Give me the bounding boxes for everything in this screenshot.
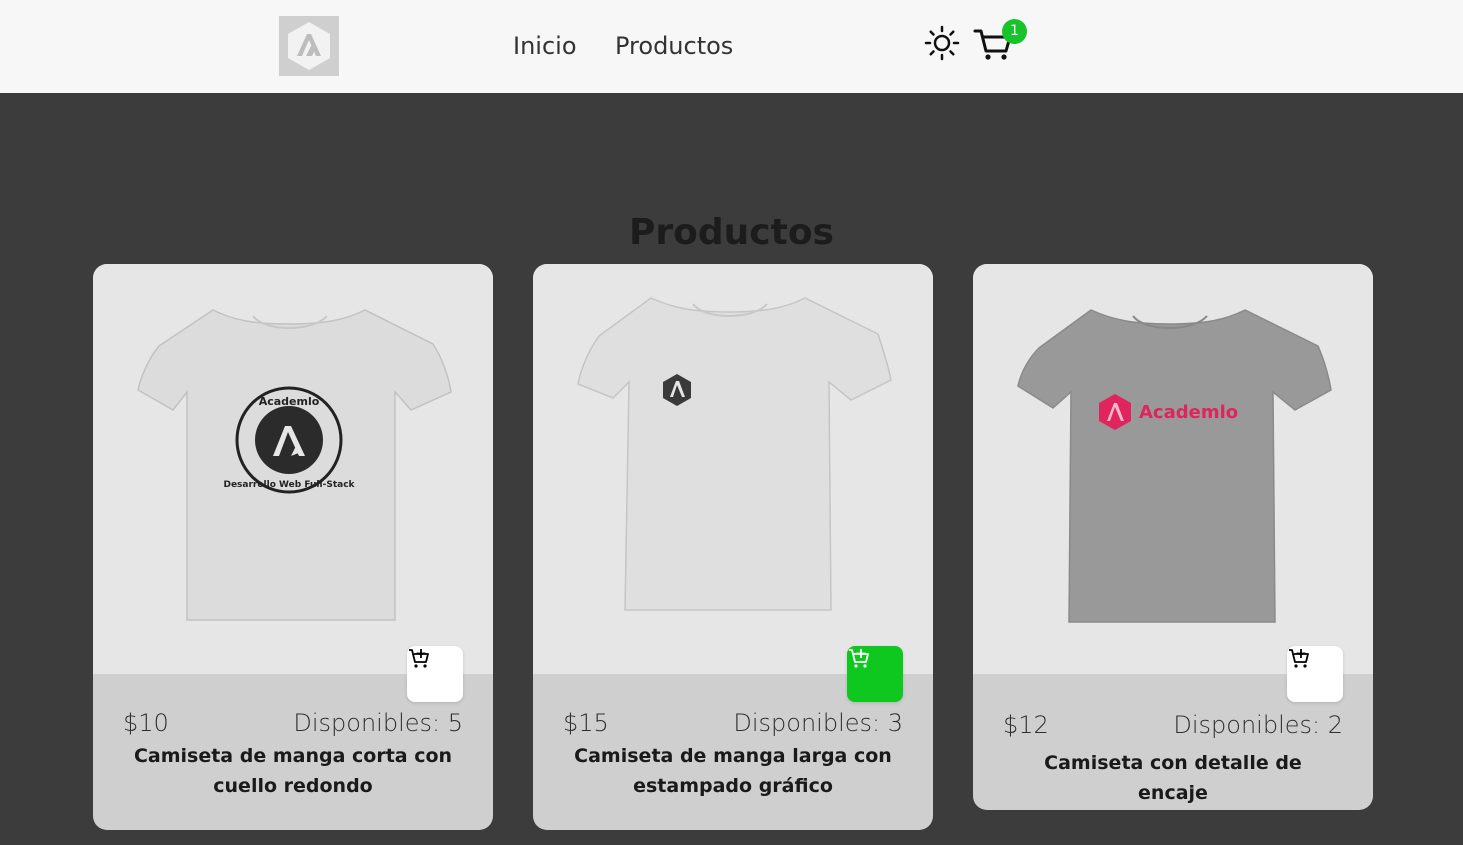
product-stock: Disponibles: 3 <box>733 709 903 737</box>
tshirt-image: Academlo <box>1017 309 1332 623</box>
add-cart-icon <box>1289 649 1309 668</box>
product-image <box>533 264 933 702</box>
product-price: $10 <box>123 709 169 737</box>
product-card: Academlo $12 Disponibles: 2 Camiseta con… <box>973 264 1373 810</box>
product-name: Camiseta de manga larga con estampado gr… <box>574 745 892 797</box>
tshirt-image <box>577 297 892 611</box>
product-image: Academlo <box>973 264 1373 702</box>
product-price: $12 <box>1003 711 1049 739</box>
page-title: Productos <box>629 212 834 253</box>
product-image: Academlo Desarrollo Web Full-Stack <box>93 264 493 702</box>
site-logo[interactable] <box>279 16 339 76</box>
product-card: $15 Disponibles: 3 Camiseta de manga lar… <box>533 264 933 830</box>
product-stock: Disponibles: 5 <box>293 709 463 737</box>
nav-inicio[interactable]: Inicio <box>513 30 577 62</box>
product-name: Camiseta con detalle de encaje <box>1044 752 1302 804</box>
top-header: Inicio Productos 1 <box>0 0 1463 93</box>
add-cart-icon <box>409 649 429 668</box>
brand-text: Academlo <box>1139 402 1238 423</box>
cart-count-badge: 1 <box>1002 19 1027 44</box>
badge-bottom-text: Desarrollo Web Full-Stack <box>223 480 355 490</box>
badge-top-text: Academlo <box>259 395 320 408</box>
nav-productos[interactable]: Productos <box>615 30 733 62</box>
sun-icon <box>924 25 960 61</box>
tshirt-image: Academlo Desarrollo Web Full-Stack <box>137 309 452 621</box>
theme-toggle-button[interactable] <box>922 23 962 63</box>
product-price: $15 <box>563 709 609 737</box>
product-card: Academlo Desarrollo Web Full-Stack $10 D… <box>93 264 493 830</box>
add-cart-icon <box>849 649 869 668</box>
product-stock: Disponibles: 2 <box>1173 711 1343 739</box>
product-name: Camiseta de manga corta con cuello redon… <box>133 745 453 797</box>
academlo-logo-icon <box>288 22 330 70</box>
